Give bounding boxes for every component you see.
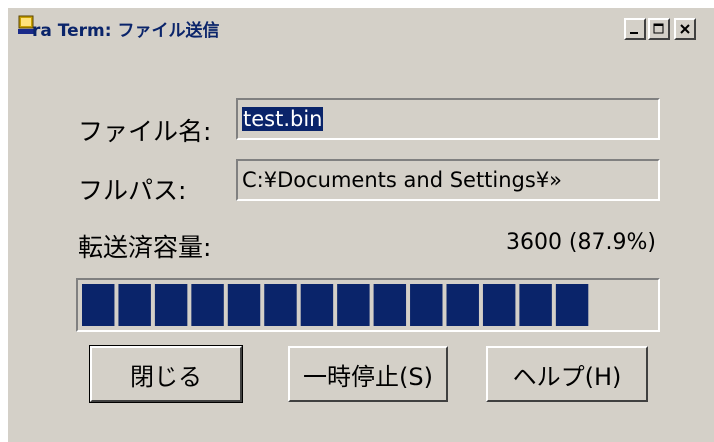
- filename-field[interactable]: test.bin: [236, 98, 660, 140]
- progress-block: [337, 284, 370, 326]
- close-dialog-button[interactable]: 閉じる: [89, 345, 243, 403]
- filename-value: test.bin: [242, 107, 324, 131]
- file-send-dialog: ra Term: ファイル送信 ファイル名: test.bin フルパス: C:…: [8, 8, 714, 442]
- progress-block: [191, 284, 224, 326]
- close-button[interactable]: [674, 18, 696, 40]
- fullpath-field[interactable]: C:¥Documents and Settings¥»: [236, 159, 660, 201]
- progress-block: [118, 284, 151, 326]
- close-icon: [680, 24, 690, 34]
- progress-block: [82, 284, 115, 326]
- progress-block: [264, 284, 297, 326]
- progress-block: [373, 284, 407, 326]
- progress-block: [410, 284, 443, 326]
- progress-block: [482, 284, 516, 326]
- maximize-button[interactable]: [648, 18, 670, 40]
- progress-fill: [82, 284, 589, 326]
- progress-bar: [76, 278, 660, 332]
- transferred-value: 3600 (87.9%): [505, 230, 656, 255]
- progress-block: [519, 284, 552, 326]
- progress-block: [446, 284, 479, 326]
- progress-block: [154, 284, 188, 326]
- progress-block: [227, 284, 261, 326]
- fullpath-label: フルパス:: [78, 176, 187, 205]
- fullpath-value: C:¥Documents and Settings¥»: [242, 168, 563, 192]
- pause-button[interactable]: 一時停止(S): [288, 346, 448, 402]
- maximize-icon: [653, 23, 664, 34]
- window-title: ra Term: ファイル送信: [32, 21, 220, 41]
- progress-block: [555, 284, 589, 326]
- minimize-icon: [630, 32, 638, 34]
- transferred-label: 転送済容量:: [78, 233, 212, 262]
- help-button[interactable]: ヘルプ(H): [486, 346, 648, 402]
- title-bar[interactable]: ra Term: ファイル送信: [8, 8, 714, 44]
- filename-label: ファイル名:: [78, 117, 212, 146]
- minimize-button[interactable]: [624, 18, 646, 40]
- progress-block: [300, 284, 334, 326]
